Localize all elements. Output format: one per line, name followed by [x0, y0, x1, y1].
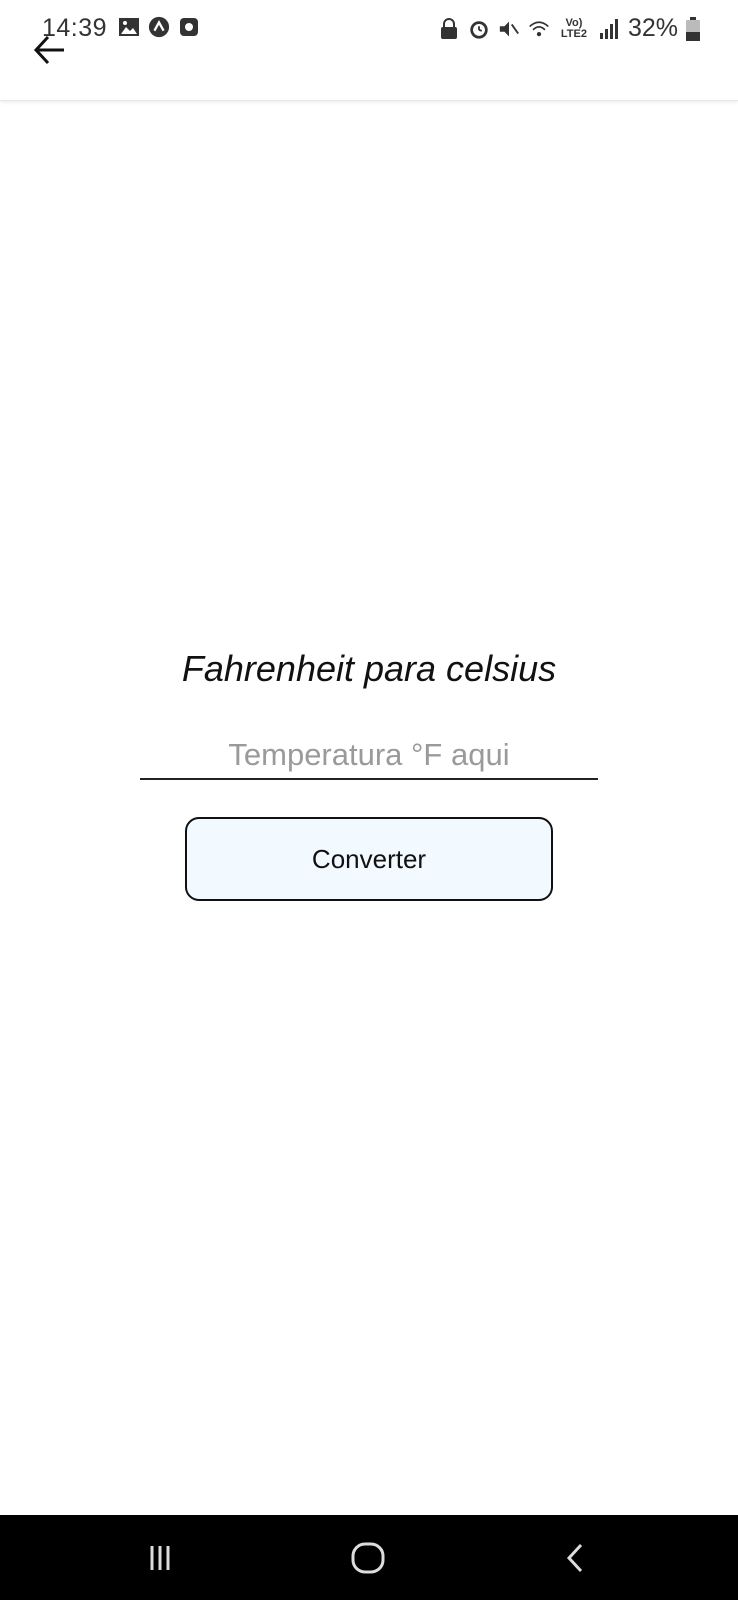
recent-apps-button[interactable]: [135, 1535, 185, 1581]
battery-icon: [686, 16, 700, 41]
volte-icon: Vo) LTE2: [560, 16, 587, 40]
app-a-icon: [148, 16, 170, 38]
page-title: Fahrenheit para celsius: [181, 648, 557, 689]
signal-icon: [598, 18, 620, 40]
alarm-icon: [468, 18, 490, 40]
status-left-icons: [118, 16, 200, 38]
navigation-bar: [0, 1515, 738, 1600]
status-bar: 14:39 Vo) LTE2 32%: [0, 0, 738, 58]
app-square-icon: [178, 16, 200, 38]
battery-percent: 32%: [627, 14, 678, 42]
status-right-icons: Vo) LTE2 32%: [438, 14, 700, 43]
lock-icon: [438, 17, 460, 40]
wifi-icon: [528, 18, 550, 40]
home-button[interactable]: [343, 1535, 393, 1581]
home-icon: [351, 1542, 385, 1574]
temperature-input[interactable]: [140, 732, 598, 780]
gallery-icon: [118, 16, 140, 38]
recent-apps-icon: [150, 1546, 170, 1570]
nav-back-button[interactable]: [550, 1535, 600, 1581]
mute-icon: [498, 18, 520, 40]
convert-button[interactable]: Converter: [185, 817, 553, 901]
status-time: 14:39: [42, 14, 108, 42]
nav-back-icon: [566, 1543, 583, 1573]
